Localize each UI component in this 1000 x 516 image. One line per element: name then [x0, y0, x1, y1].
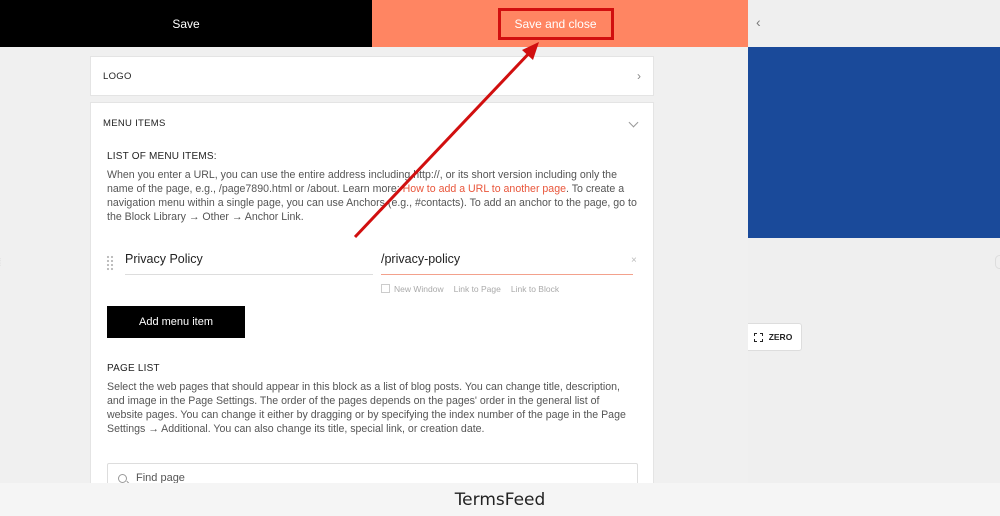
menu-items-header[interactable]: MENU ITEMS [103, 117, 641, 129]
zero-block-label: ZERO [768, 332, 793, 342]
menu-item-url-field[interactable]: /privacy-policy [381, 249, 633, 275]
save-and-close-button[interactable]: Save and close [497, 7, 614, 40]
new-window-option[interactable]: New Window [381, 284, 444, 294]
preview-cover-block [748, 47, 1000, 269]
add-menu-item-button[interactable]: Add menu item [107, 306, 245, 338]
menu-items-help-text: When you enter a URL, you can use the en… [107, 168, 637, 224]
settings-panel: ⁞ LOGO › MENU ITEMS LIST OF MENU ITEMS: … [0, 47, 748, 483]
drag-handle-icon[interactable] [106, 255, 114, 271]
link-to-block-option[interactable]: Link to Block [511, 284, 559, 294]
remove-item-icon[interactable]: × [631, 255, 637, 266]
menu-items-section: MENU ITEMS LIST OF MENU ITEMS: When you … [90, 102, 654, 483]
logo-section-header[interactable]: LOGO › [90, 56, 654, 96]
find-page-input[interactable] [136, 472, 596, 483]
top-toolbar: Save Save and close [0, 0, 748, 47]
save-and-close-area: Save and close [372, 0, 748, 47]
chevron-down-icon [628, 117, 639, 127]
chevron-right-icon: › [637, 69, 641, 83]
chevron-left-icon[interactable]: ‹ [756, 14, 761, 30]
link-options: New Window Link to Page Link to Block [381, 284, 559, 294]
link-to-page-option[interactable]: Link to Page [454, 284, 501, 294]
add-url-help-link[interactable]: How to add a URL to another page [403, 183, 566, 195]
logo-section-title: LOGO [103, 70, 132, 82]
new-window-label: New Window [394, 284, 444, 294]
footer-brand: TermsFeed [0, 483, 1000, 516]
list-of-menu-items-label: LIST OF MENU ITEMS: [107, 151, 217, 162]
zero-block-button[interactable]: ZERO [748, 323, 802, 351]
save-button[interactable]: Save [0, 0, 372, 47]
page-preview: ‹ ZERO [748, 0, 1000, 483]
menu-item-title-field[interactable]: Privacy Policy [125, 249, 373, 275]
search-icon [118, 473, 127, 483]
page-list-label: PAGE LIST [107, 363, 160, 374]
edge-grip-icon: ⁞ [0, 257, 1, 269]
find-page-search [107, 463, 638, 483]
page-list-help-text: Select the web pages that should appear … [107, 381, 626, 435]
menu-items-title: MENU ITEMS [103, 118, 166, 129]
zero-block-icon [753, 332, 763, 342]
resize-handle-icon[interactable] [995, 255, 1000, 269]
new-window-checkbox[interactable] [381, 284, 390, 293]
